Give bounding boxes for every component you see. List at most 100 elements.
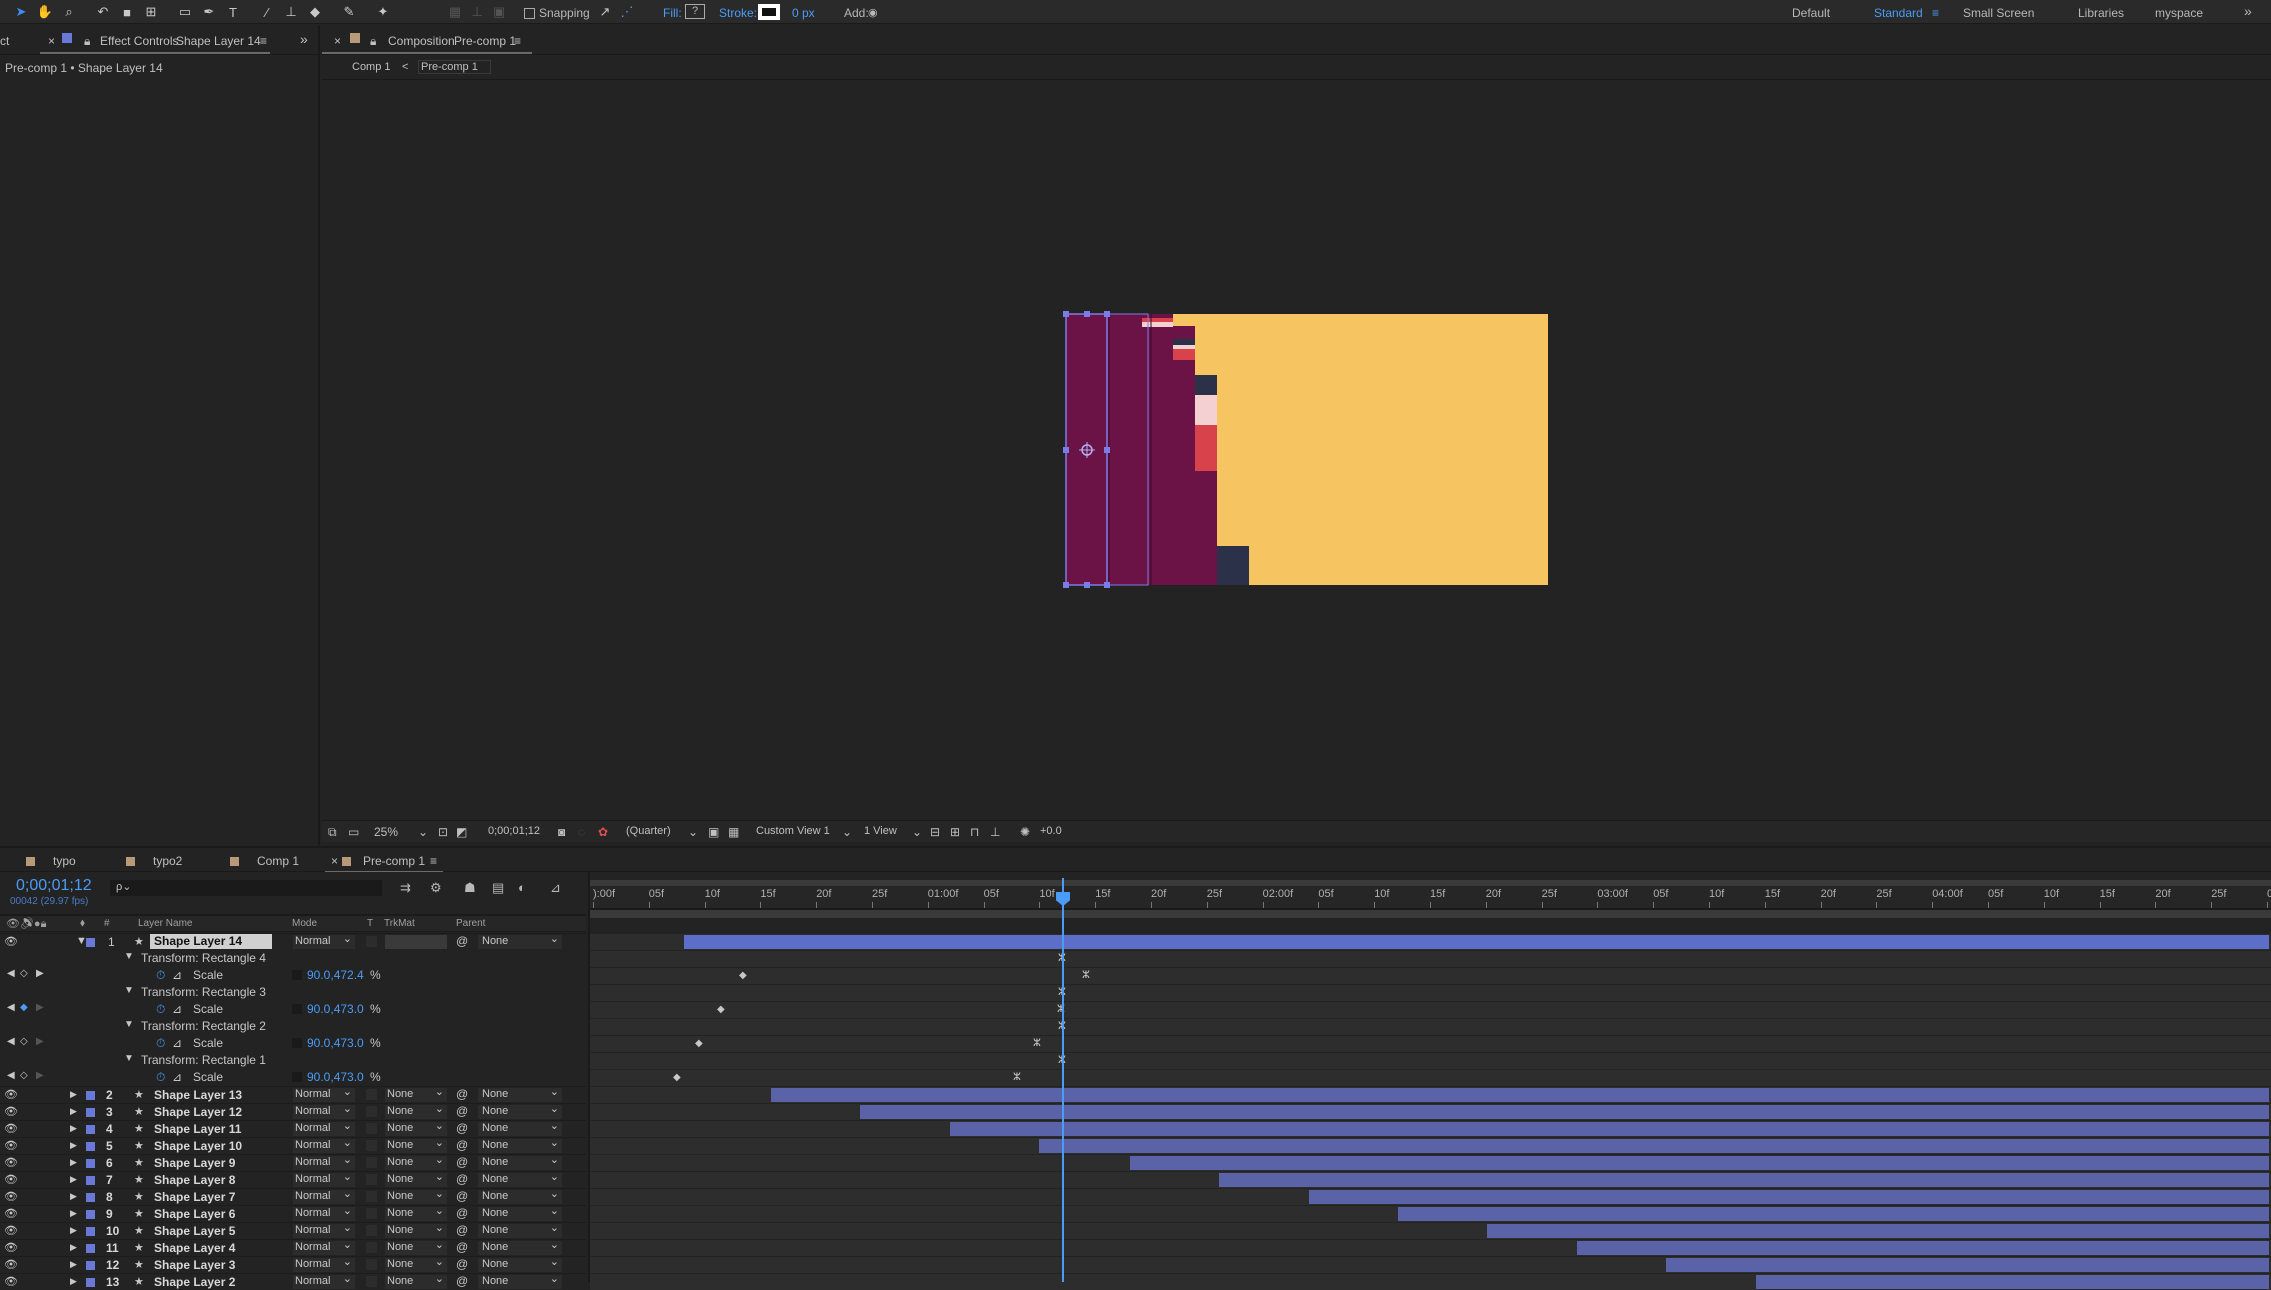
label-color-swatch[interactable] — [86, 1125, 95, 1134]
fast-previews-icon[interactable]: ⊞ — [950, 825, 960, 839]
panel-menu-icon[interactable]: ≡ — [260, 34, 267, 48]
zoom-tool-icon[interactable]: ⌕ — [60, 3, 78, 21]
tab-comp1[interactable]: Comp 1 — [230, 854, 299, 868]
link-toggle[interactable] — [292, 1072, 302, 1082]
monitor-icon[interactable]: ▭ — [348, 825, 359, 839]
pick-whip-icon[interactable]: @ — [456, 1121, 468, 1135]
layer-row[interactable]: 👁︎ ▶ 5 ★ Shape Layer 10 Normal None @ None — [0, 1136, 586, 1154]
layer-mode-dropdown[interactable]: Normal — [293, 1272, 355, 1289]
visibility-eye-icon[interactable]: 👁︎ — [4, 935, 18, 948]
keyframe-diamond-icon[interactable]: ◆ — [695, 1038, 703, 1049]
layer-name[interactable]: Shape Layer 5 — [154, 1224, 235, 1238]
layer-name[interactable]: Shape Layer 13 — [154, 1088, 242, 1102]
workspace-myspace[interactable]: myspace — [2155, 6, 2203, 20]
visibility-eye-icon[interactable]: 👁︎ — [4, 1156, 18, 1169]
layer-mode-dropdown[interactable]: Normal — [293, 1153, 355, 1170]
column-layer-name-header[interactable]: Layer Name — [138, 918, 192, 934]
preserve-transparency-toggle[interactable] — [366, 1123, 377, 1134]
close-tab-icon[interactable]: × — [331, 854, 338, 868]
composition-mini-flowchart-icon[interactable]: ⇉ — [400, 880, 411, 896]
prev-tab-label[interactable]: ct — [0, 34, 9, 48]
expand-arrow-icon[interactable]: ▶ — [70, 1123, 77, 1134]
layer-duration-bar[interactable] — [771, 1088, 2269, 1102]
track-layer-row[interactable] — [590, 1222, 2271, 1239]
layer-duration-bar[interactable] — [1219, 1173, 2269, 1187]
layer-row[interactable]: 👁︎ ▶ 11 ★ Shape Layer 4 Normal None @ None — [0, 1238, 586, 1256]
pick-whip-icon[interactable]: @ — [456, 934, 468, 948]
label-color-swatch[interactable] — [86, 1108, 95, 1117]
timeline-current-time[interactable]: 0;00;01;12 — [16, 877, 92, 895]
prev-keyframe-icon[interactable]: ◀ — [7, 1036, 15, 1047]
clone-stamp-tool-icon[interactable]: ⊥ — [282, 3, 300, 21]
prev-keyframe-icon[interactable]: ◀ — [7, 1070, 15, 1081]
stopwatch-icon[interactable]: ⏱ — [156, 1002, 165, 1017]
layer-name[interactable]: Shape Layer 4 — [154, 1241, 235, 1255]
layer-duration-bar[interactable] — [1666, 1258, 2269, 1272]
camera-tool-icon[interactable]: ■ — [118, 3, 136, 21]
mask-visibility-icon[interactable]: ◩ — [456, 825, 467, 839]
pick-whip-icon[interactable]: @ — [456, 1104, 468, 1118]
layer-row[interactable]: 👁︎ ▶ 9 ★ Shape Layer 6 Normal None @ None — [0, 1204, 586, 1222]
timeline-icon[interactable]: ⊓ — [970, 825, 979, 839]
layer-duration-bar[interactable] — [860, 1105, 2269, 1119]
track-layer-row[interactable] — [590, 1171, 2271, 1188]
workspace-overflow-icon[interactable]: » — [2244, 3, 2252, 19]
layer-row[interactable]: 👁︎ ▶ 3 ★ Shape Layer 12 Normal None @ None — [0, 1102, 586, 1120]
snap-target-icon[interactable]: ⋰ — [618, 3, 636, 21]
expand-arrow-icon[interactable]: ▶ — [70, 1174, 77, 1185]
next-keyframe-icon[interactable]: ▶ — [36, 1070, 44, 1081]
layer-mode-dropdown[interactable]: Normal — [293, 1204, 355, 1221]
link-toggle[interactable] — [292, 970, 302, 980]
preserve-transparency-toggle[interactable] — [366, 1259, 377, 1270]
scale-value[interactable]: 90.0,473.0 — [307, 1002, 364, 1016]
layer-row-selected[interactable]: 👁︎ ▼ 1 ★ Shape Layer 14 Normal @ None — [0, 932, 586, 950]
workspace-libraries[interactable]: Libraries — [2078, 6, 2124, 20]
layer-duration-bar[interactable] — [1487, 1224, 2269, 1238]
breadcrumb-comp1[interactable]: Comp 1 — [352, 61, 391, 73]
toggle-pixel-aspect-icon[interactable]: ⊟ — [930, 825, 940, 839]
parent-dropdown[interactable]: None — [478, 1204, 562, 1221]
expand-arrow-icon[interactable]: ▼ — [124, 1019, 134, 1030]
graph-icon[interactable]: ⊿ — [172, 1002, 182, 1016]
layer-mode-dropdown[interactable]: Normal — [293, 1170, 355, 1187]
fill-label[interactable]: Fill: — [663, 6, 682, 20]
track-layer-row[interactable] — [590, 1154, 2271, 1171]
scale-property-rect3[interactable]: ◀ ◆ ▶ ⏱ ⊿ Scale 90.0,473.0 % — [0, 1001, 586, 1018]
visibility-eye-icon[interactable]: 👁︎ — [4, 1224, 18, 1237]
layer-name[interactable]: Shape Layer 12 — [154, 1105, 242, 1119]
graph-icon[interactable]: ⊿ — [172, 1036, 182, 1050]
lock-icon[interactable]: 🔒︎ — [84, 34, 90, 49]
navigator-bar[interactable] — [590, 910, 2271, 918]
fill-swatch[interactable]: ? — [685, 4, 705, 19]
layer-mode-dropdown[interactable]: Normal — [293, 1187, 355, 1204]
pick-whip-icon[interactable]: @ — [456, 1189, 468, 1203]
layer-mode-dropdown[interactable]: Normal — [293, 1221, 355, 1238]
track-property-row[interactable]: ◆ ⵣ — [590, 1035, 2271, 1052]
transform-group-rect1[interactable]: ▼ Transform: Rectangle 1 — [0, 1052, 586, 1069]
3d-view-dropdown[interactable]: Custom View 1 — [756, 825, 830, 837]
keyframe-diamond-icon[interactable]: ◆ — [717, 1004, 725, 1015]
track-layer-row[interactable] — [590, 1137, 2271, 1154]
layer-name[interactable]: Shape Layer 6 — [154, 1207, 235, 1221]
workspace-menu-icon[interactable]: ≡ — [1932, 6, 1939, 20]
layer-row[interactable]: 👁︎ ▶ 4 ★ Shape Layer 11 Normal None @ None — [0, 1119, 586, 1137]
parent-dropdown[interactable]: None — [478, 1170, 562, 1187]
shy-layers-icon[interactable]: ☗ — [464, 880, 476, 896]
time-ruler[interactable]: ):00f 05f 10f 15f 20f 25f 01:00f 05f 10f 15f 20f 25… — [590, 880, 2271, 908]
track-property-row[interactable]: ◆ ⵣ — [590, 1069, 2271, 1086]
prev-keyframe-icon[interactable]: ◀ — [7, 1002, 15, 1013]
panel-overflow-icon[interactable]: » — [300, 31, 308, 47]
trkmat-dropdown[interactable]: None — [385, 1238, 447, 1255]
layer-name[interactable]: Shape Layer 9 — [154, 1156, 235, 1170]
breadcrumb-precomp1[interactable]: Pre-comp 1 — [418, 60, 491, 74]
layer-name[interactable]: Shape Layer 11 — [154, 1122, 241, 1136]
preserve-transparency-toggle[interactable] — [366, 1140, 377, 1151]
layer-duration-bar[interactable] — [950, 1122, 2269, 1136]
parent-dropdown[interactable]: None — [478, 1153, 562, 1170]
add-keyframe-icon[interactable]: ◇ — [20, 1070, 28, 1081]
parent-dropdown[interactable]: None — [478, 1136, 562, 1153]
magnification-dropdown[interactable]: 25% — [374, 825, 398, 839]
visibility-eye-icon[interactable]: 👁︎ — [4, 1207, 18, 1220]
parent-dropdown[interactable]: None — [478, 1221, 562, 1238]
tab-typo2[interactable]: typo2 — [126, 854, 182, 868]
